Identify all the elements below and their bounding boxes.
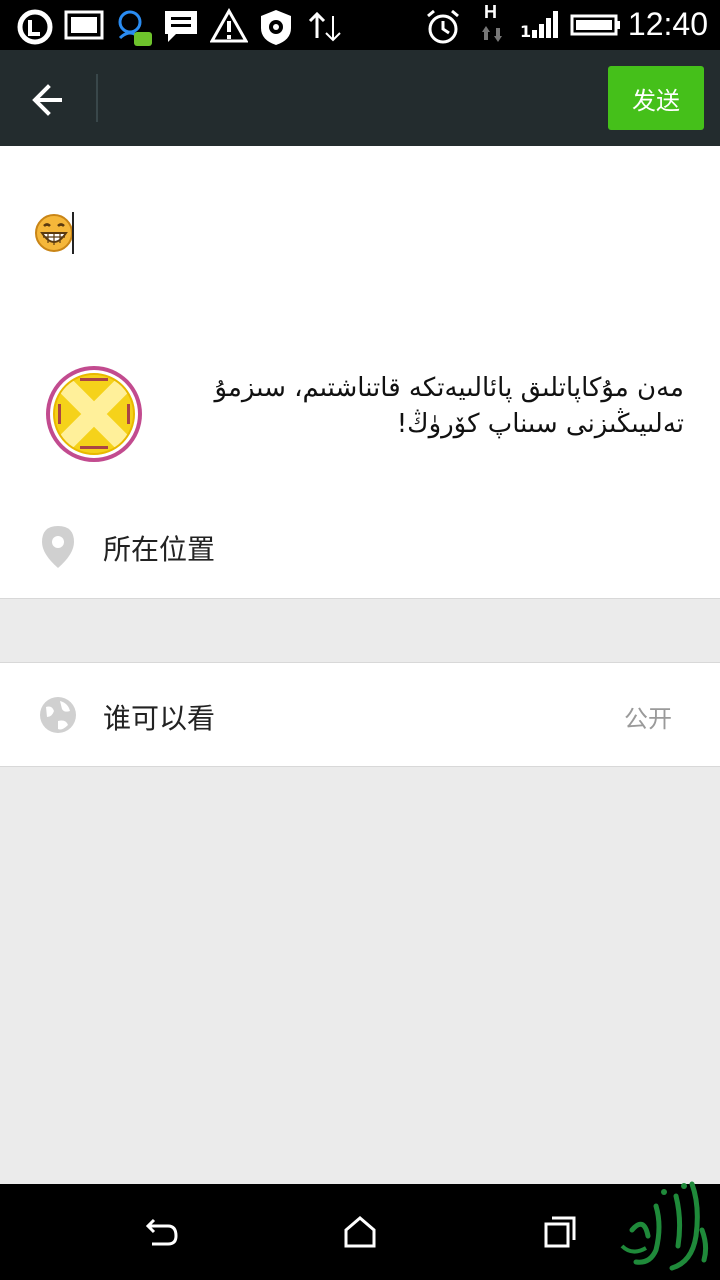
shared-link-text[interactable]: مەن مۇكاپاتلىق پائالىيەتكە قاتناشتىم، سى…	[160, 370, 684, 442]
qq-icon	[118, 10, 152, 46]
globe-icon	[40, 697, 76, 733]
settings-shield-icon	[261, 10, 291, 45]
location-pin-icon	[42, 526, 74, 568]
divider	[0, 766, 720, 767]
divider	[0, 662, 720, 663]
status-time: 12:40	[627, 6, 708, 42]
location-row[interactable]: 所在位置	[0, 496, 720, 598]
app-bar: 发送	[0, 50, 720, 146]
watermark-logo	[620, 1181, 709, 1271]
home-icon[interactable]	[340, 1212, 380, 1252]
compose-area: مەن مۇكاپاتلىق پائالىيەتكە قاتناشتىم، سى…	[0, 146, 720, 598]
network-h-icon: H	[480, 2, 504, 46]
shared-link-thumbnail[interactable]	[44, 364, 144, 464]
message-icon	[165, 11, 197, 42]
grinning-face-icon	[35, 214, 73, 252]
back-icon[interactable]	[140, 1212, 180, 1252]
sync-icon	[17, 9, 53, 45]
data-transfer-icon	[308, 11, 341, 42]
text-cursor[interactable]	[72, 212, 74, 254]
location-label: 所在位置	[103, 533, 216, 566]
warning-icon	[210, 8, 248, 43]
recents-icon[interactable]	[540, 1212, 580, 1252]
back-arrow-icon[interactable]	[22, 74, 74, 126]
app-bar-divider	[96, 74, 98, 122]
visibility-row[interactable]: 谁可以看 公开	[0, 663, 720, 766]
alarm-icon	[427, 9, 459, 44]
signal-icon	[532, 11, 558, 38]
gallery-icon	[64, 10, 104, 40]
status-bar: H 1 12:40	[0, 0, 720, 50]
battery-icon	[570, 14, 620, 36]
visibility-value: 公开	[624, 705, 672, 733]
visibility-label: 谁可以看	[103, 702, 216, 735]
divider	[0, 598, 720, 599]
send-button[interactable]: 发送	[608, 66, 704, 130]
